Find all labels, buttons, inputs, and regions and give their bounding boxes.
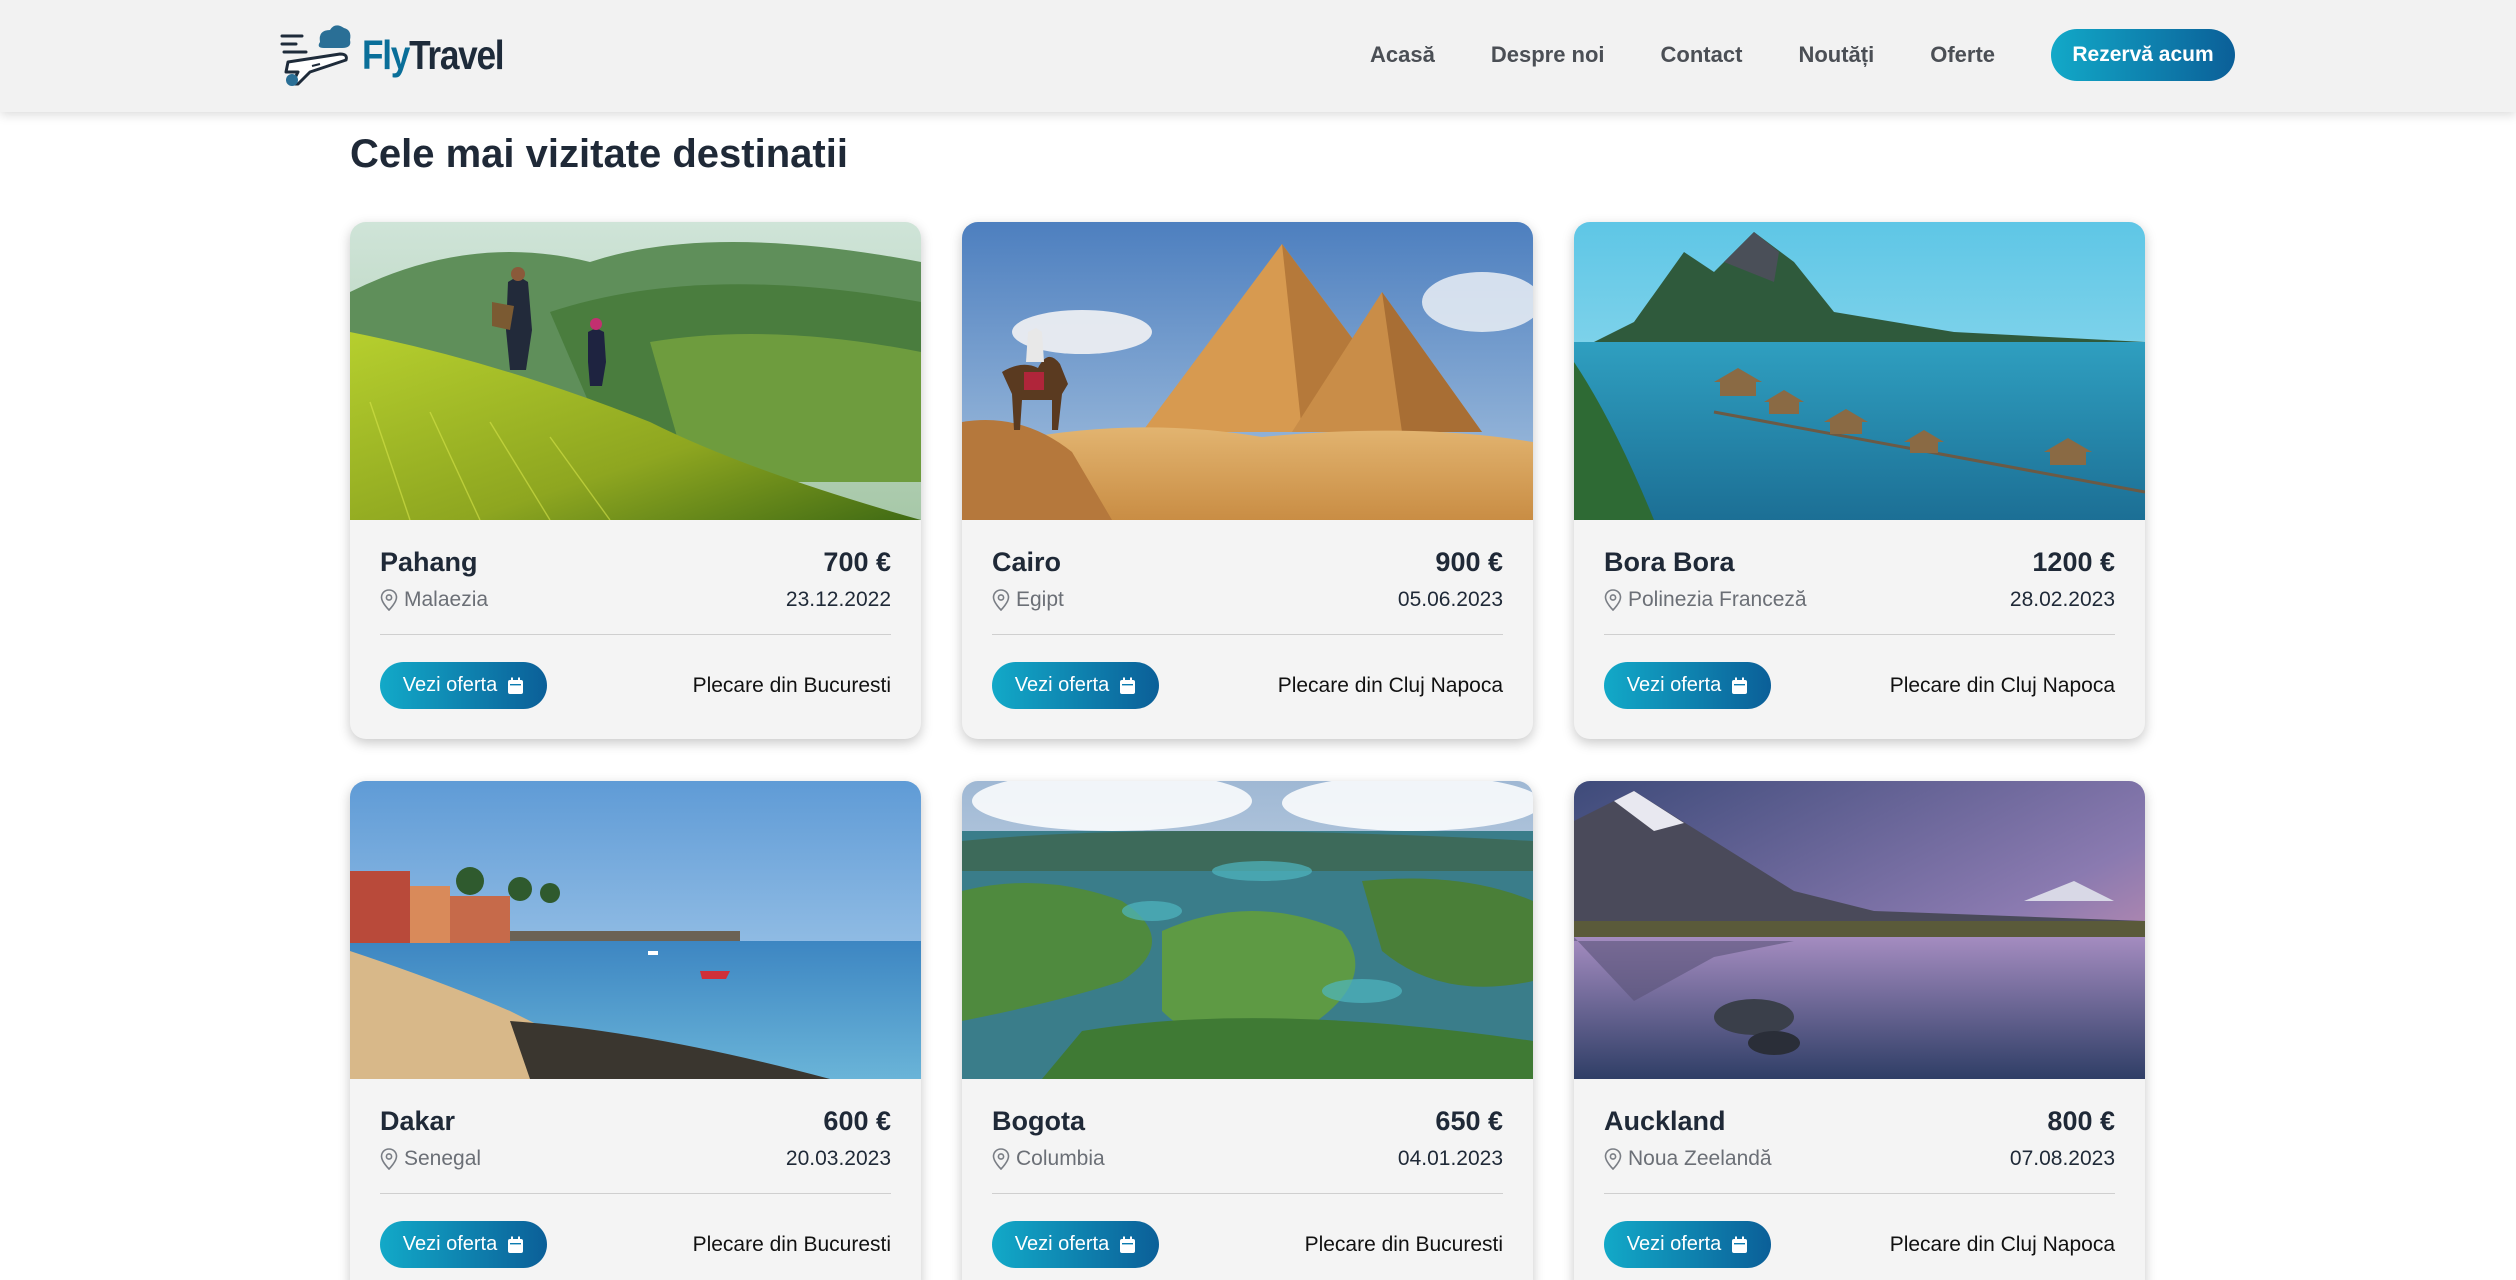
map-pin-icon [1604,1148,1622,1170]
travel-date: 04.01.2023 [1397,1147,1503,1170]
calendar-icon [508,677,524,694]
travel-date: 28.02.2023 [2009,588,2115,611]
map-pin-icon [992,1148,1010,1170]
nav-link-acasa[interactable]: Acasă [1370,28,1435,82]
location: Malaezia [380,588,488,612]
departure-city: Plecare din Cluj Napoca [1889,673,2115,697]
price: 600 € [823,1106,891,1136]
price: 650 € [1435,1106,1503,1136]
view-offer-button[interactable]: Vezi oferta [992,1221,1159,1268]
price: 700 € [823,547,891,577]
mountain-lake-photo [1574,781,2145,1079]
divider [992,634,1503,635]
logo-text: FlyTravel [362,31,505,78]
destination-card: Bogota 650 € Columbia 04.01.2023 Vezi of… [962,781,1533,1280]
view-offer-button[interactable]: Vezi oferta [992,662,1159,709]
departure-city: Plecare din Bucuresti [692,673,891,697]
divider [1604,1193,2115,1194]
plane-cloud-logo-icon [280,25,351,86]
view-offer-button[interactable]: Vezi oferta [380,662,547,709]
nav-link-oferte[interactable]: Oferte [1930,28,1995,82]
divider [1604,634,2115,635]
travel-date: 07.08.2023 [2009,1147,2115,1170]
view-offer-button[interactable]: Vezi oferta [1604,1221,1771,1268]
book-now-button[interactable]: Rezervă acum [2051,29,2235,81]
lake-islands-photo [962,781,1533,1079]
calendar-icon [1732,677,1748,694]
travel-date: 05.06.2023 [1397,588,1503,611]
country-name: Polinezia Franceză [1628,588,1807,611]
travel-date: 23.12.2022 [785,588,891,611]
divider [992,1193,1503,1194]
departure-city: Plecare din Bucuresti [692,1232,891,1256]
city-name: Bogota [992,1106,1085,1136]
calendar-icon [1732,1236,1748,1253]
view-offer-label: Vezi oferta [1626,674,1722,696]
main-nav: Acasă Despre noi Contact Noutăți Oferte … [1370,28,2235,82]
departure-city: Plecare din Bucuresti [1304,1232,1503,1256]
location: Columbia [992,1147,1105,1171]
destination-card: Auckland 800 € Noua Zeelandă 07.08.2023 … [1574,781,2145,1280]
view-offer-label: Vezi oferta [1014,1233,1110,1255]
divider [380,1193,891,1194]
calendar-icon [508,1236,524,1253]
view-offer-label: Vezi oferta [402,1233,498,1255]
country-name: Malaezia [404,588,489,611]
destination-card: Pahang 700 € Malaezia 23.12.2022 Vezi of… [350,222,921,739]
divider [380,634,891,635]
city-name: Cairo [992,547,1062,577]
view-offer-button[interactable]: Vezi oferta [1604,662,1771,709]
departure-city: Plecare din Cluj Napoca [1889,1232,2115,1256]
view-offer-label: Vezi oferta [1014,674,1110,696]
section-title: Cele mai vizitate destinatii [350,132,848,176]
nav-link-noutati[interactable]: Noutăți [1798,28,1874,82]
destination-card: Cairo 900 € Egipt 05.06.2023 Vezi oferta… [962,222,1533,739]
destination-card: Bora Bora 1200 € Polinezia Franceză 28.0… [1574,222,2145,739]
destination-card: Dakar 600 € Senegal 20.03.2023 Vezi ofer… [350,781,921,1280]
country-name: Columbia [1016,1147,1105,1170]
destinations-grid: Pahang 700 € Malaezia 23.12.2022 Vezi of… [350,222,2145,1280]
map-pin-icon [380,1148,398,1170]
city-name: Dakar [380,1106,456,1136]
location: Noua Zeelandă [1604,1147,1772,1171]
map-pin-icon [380,589,398,611]
nav-link-contact[interactable]: Contact [1661,28,1743,82]
view-offer-label: Vezi oferta [402,674,498,696]
site-header: FlyTravel Acasă Despre noi Contact Noută… [0,0,2516,112]
nav-link-despre-noi[interactable]: Despre noi [1491,28,1605,82]
departure-city: Plecare din Cluj Napoca [1277,673,1503,697]
calendar-icon [1120,677,1136,694]
view-offer-button[interactable]: Vezi oferta [380,1221,547,1268]
city-name: Auckland [1604,1106,1726,1136]
map-pin-icon [992,589,1010,611]
city-name: Bora Bora [1604,547,1735,577]
pyramids-photo [962,222,1533,520]
location: Polinezia Franceză [1604,588,1807,612]
logo[interactable]: FlyTravel [280,22,526,88]
country-name: Egipt [1016,588,1064,611]
coast-beach-photo [350,781,921,1079]
price: 800 € [2047,1106,2115,1136]
calendar-icon [1120,1236,1136,1253]
country-name: Noua Zeelandă [1628,1147,1772,1170]
location: Egipt [992,588,1064,612]
city-name: Pahang [380,547,478,577]
view-offer-label: Vezi oferta [1626,1233,1722,1255]
rice-terrace-photo [350,222,921,520]
location: Senegal [380,1147,481,1171]
travel-date: 20.03.2023 [785,1147,891,1170]
price: 900 € [1435,547,1503,577]
map-pin-icon [1604,589,1622,611]
price: 1200 € [2032,547,2115,577]
lagoon-bungalows-photo [1574,222,2145,520]
country-name: Senegal [404,1147,482,1170]
